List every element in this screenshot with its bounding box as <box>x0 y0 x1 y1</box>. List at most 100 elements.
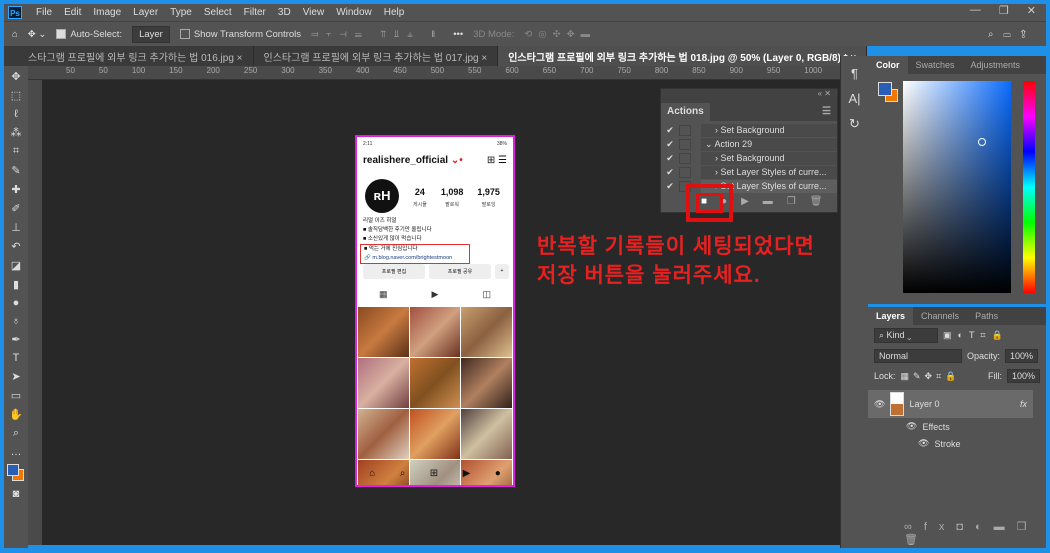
move-tool-icon[interactable]: ✥ ⌄ <box>28 29 47 40</box>
tab-label: 스타그램 프로필에 외부 링크 추가하는 법 016.jpg <box>28 53 234 64</box>
tab-017[interactable]: 인스타그램 프로필에 외부 링크 추가하는 법 017.jpg × <box>254 46 499 66</box>
actions-tab[interactable]: Actions <box>661 103 710 121</box>
menu-3d[interactable]: 3D <box>278 7 291 18</box>
check-icon[interactable]: ✔ <box>661 153 679 164</box>
fx-icon[interactable]: fx <box>1020 399 1027 409</box>
menu-window[interactable]: Window <box>336 7 372 18</box>
hand-tool-icon[interactable]: ✋ <box>9 408 23 421</box>
eraser-icon[interactable]: ◪ <box>11 259 21 272</box>
auto-select-checkbox[interactable]: Auto-Select: <box>56 29 122 40</box>
fg-bg-color-swatch[interactable] <box>7 464 25 482</box>
type-tool-icon[interactable]: T <box>13 352 20 364</box>
search-workspace-share-icons[interactable]: ⌕▭⇪ <box>988 29 1036 40</box>
action-row[interactable]: ✔ › Set Background <box>661 151 837 165</box>
paragraph-icon[interactable]: ¶ <box>851 66 858 81</box>
shape-tool-icon[interactable]: ▭ <box>11 389 21 402</box>
collapse-close-icons[interactable]: « ✕ <box>818 89 831 103</box>
tab-channels[interactable]: Channels <box>913 307 967 325</box>
menu-image[interactable]: Image <box>93 7 121 18</box>
show-transform-checkbox[interactable]: Show Transform Controls <box>179 29 301 40</box>
menu-filter[interactable]: Filter <box>244 7 266 18</box>
photo <box>358 307 409 357</box>
tab-016[interactable]: 스타그램 프로필에 외부 링크 추가하는 법 016.jpg × <box>4 46 254 66</box>
vertical-ruler <box>28 80 42 545</box>
opacity-input[interactable]: 100% <box>1005 349 1039 363</box>
stat-followers: 1,098 팔로워 <box>441 187 464 209</box>
fg-bg-swatch[interactable] <box>878 82 900 104</box>
menu-select[interactable]: Select <box>204 7 232 18</box>
brush-tool-icon[interactable]: ✐ <box>11 202 20 215</box>
close-tab-icon[interactable]: × <box>481 53 487 64</box>
bio-line: 리얼 이즈 히얼 <box>363 218 397 224</box>
dodge-tool-icon[interactable]: ♁ <box>12 315 20 327</box>
stamp-tool-icon[interactable]: ⊥ <box>11 221 21 234</box>
home-icon[interactable]: ⌂ <box>12 29 18 40</box>
layer-row[interactable]: 👁 Layer 0 fx <box>868 390 1033 418</box>
filter-kind-select[interactable]: ⌕ Kind ⌄ <box>874 328 938 343</box>
ruler-tick: 700 <box>580 66 594 75</box>
check-icon[interactable]: ✔ <box>661 167 679 178</box>
minimize-button[interactable]: — <box>970 4 981 17</box>
eyedropper-icon[interactable]: ✎ <box>11 164 20 177</box>
3d-icons[interactable]: ⟲◎✣✥▬ <box>524 29 596 40</box>
stroke-row[interactable]: 👁 Stroke <box>868 435 1046 452</box>
healing-brush-icon[interactable]: ✚ <box>11 183 20 196</box>
hue-slider[interactable] <box>1023 81 1035 293</box>
panel-menu-icon[interactable]: ☰ <box>816 103 837 121</box>
fill-input[interactable]: 100% <box>1006 369 1040 383</box>
history-brush-icon[interactable]: ↶ <box>11 240 20 253</box>
filter-icons[interactable]: ▣◐T⌗🔒 <box>943 330 1009 341</box>
marquee-tool-icon[interactable]: ⬚ <box>11 89 21 102</box>
zoom-tool-icon[interactable]: ⌕ <box>13 427 19 440</box>
tab-layers[interactable]: Layers <box>868 307 914 325</box>
glyphs-icon[interactable]: ↻ <box>849 116 860 132</box>
more-tools-icon[interactable]: … <box>11 446 22 458</box>
menu-help[interactable]: Help <box>384 7 405 18</box>
menu-type[interactable]: Type <box>170 7 192 18</box>
menu-file[interactable]: File <box>36 7 52 18</box>
new-action-icon[interactable]: ❐ <box>787 196 796 207</box>
highlight-box: ■ 먹는 거에 진심입니다 🔗 m.blog.naver.com/brighte… <box>360 244 470 264</box>
check-icon[interactable]: ✔ <box>661 139 679 150</box>
close-button[interactable]: ✕ <box>1027 4 1036 17</box>
more-icon[interactable]: ••• <box>453 29 463 40</box>
menu-layer[interactable]: Layer <box>133 7 158 18</box>
tab-color[interactable]: Color <box>868 56 908 74</box>
gradient-tool-icon[interactable]: ▮ <box>13 278 19 291</box>
action-row[interactable]: ✔ › Set Layer Styles of curre... <box>661 165 837 179</box>
menu-view[interactable]: View <box>303 7 325 18</box>
visibility-eye-icon[interactable]: 👁 <box>874 399 885 410</box>
check-icon[interactable]: ✔ <box>661 125 679 136</box>
tab-018[interactable]: 인스타그램 프로필에 외부 링크 추가하는 법 018.jpg @ 50% (L… <box>498 46 868 66</box>
lock-icons[interactable]: ▦✎✥⌗🔒 <box>901 371 961 382</box>
blur-tool-icon[interactable]: ● <box>13 297 20 309</box>
crop-tool-icon[interactable]: ⌗ <box>13 145 19 158</box>
tab-paths[interactable]: Paths <box>967 307 1006 325</box>
character-icon[interactable]: A| <box>848 91 860 106</box>
layers-footer-icons[interactable]: ∞fx◘◐▬❐🗑 <box>904 520 1046 546</box>
restore-button[interactable]: ❐ <box>999 4 1009 17</box>
align-icons[interactable]: ⫤⫟⊣☰ ⫪⫫⫨ ‖ <box>311 29 443 40</box>
move-tool-icon[interactable]: ✥ <box>11 70 20 83</box>
blend-mode-select[interactable]: Normal <box>874 349 962 363</box>
effects-row[interactable]: 👁 Effects <box>868 418 1046 435</box>
menu-edit[interactable]: Edit <box>64 7 81 18</box>
new-set-folder-icon[interactable]: ▬ <box>763 196 773 207</box>
path-select-icon[interactable]: ➤ <box>11 370 20 383</box>
layer-select[interactable]: Layer <box>132 25 170 43</box>
eye-icon[interactable]: 👁 <box>906 421 917 432</box>
play-icon[interactable]: ▶ <box>741 196 749 207</box>
edit-profile-button: 프로필 편집 <box>363 264 425 279</box>
delete-icon[interactable]: 🗑 <box>810 196 823 207</box>
quick-mask-icon[interactable]: ◙ <box>13 488 20 500</box>
color-field[interactable] <box>903 81 1011 293</box>
action-row[interactable]: ✔ › Set Background <box>661 123 837 137</box>
eye-icon[interactable]: 👁 <box>918 438 929 449</box>
action-row[interactable]: ✔ ⌄ Action 29 <box>661 137 837 151</box>
pen-tool-icon[interactable]: ✒ <box>11 333 20 346</box>
tab-swatches[interactable]: Swatches <box>908 56 963 74</box>
magic-wand-icon[interactable]: ⁂ <box>11 126 22 139</box>
lasso-tool-icon[interactable]: ℓ <box>14 108 18 120</box>
close-tab-icon[interactable]: × <box>237 53 243 64</box>
tab-adjustments[interactable]: Adjustments <box>963 56 1029 74</box>
